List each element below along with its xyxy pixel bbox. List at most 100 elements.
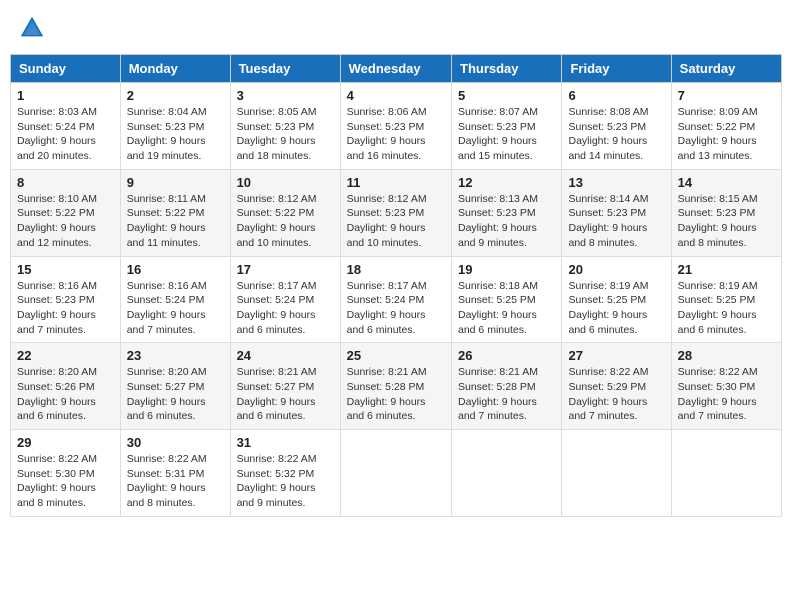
calendar-cell: [562, 430, 671, 517]
day-number: 29: [17, 435, 114, 450]
calendar-week-2: 8 Sunrise: 8:10 AMSunset: 5:22 PMDaylight…: [11, 169, 782, 256]
calendar-body: 1Sunrise: 8:03 AMSunset: 5:24 PMDaylight…: [11, 83, 782, 517]
day-number: 22: [17, 348, 114, 363]
day-detail: Sunrise: 8:13 AMSunset: 5:23 PMDaylight:…: [458, 192, 555, 251]
calendar-cell: 22 Sunrise: 8:20 AMSunset: 5:26 PMDayligh…: [11, 343, 121, 430]
calendar-cell: 20Sunrise: 8:19 AMSunset: 5:25 PMDayligh…: [562, 256, 671, 343]
calendar-cell: 30 Sunrise: 8:22 AMSunset: 5:31 PMDayligh…: [120, 430, 230, 517]
calendar-cell: 4Sunrise: 8:06 AMSunset: 5:23 PMDaylight…: [340, 83, 451, 170]
day-detail: Sunrise: 8:22 AMSunset: 5:29 PMDaylight:…: [568, 365, 664, 424]
calendar-cell: 1Sunrise: 8:03 AMSunset: 5:24 PMDaylight…: [11, 83, 121, 170]
day-number: 8: [17, 175, 114, 190]
weekday-sunday: Sunday: [11, 55, 121, 83]
calendar-cell: 18 Sunrise: 8:17 AMSunset: 5:24 PMDayligh…: [340, 256, 451, 343]
day-detail: Sunrise: 8:06 AMSunset: 5:23 PMDaylight:…: [347, 105, 445, 164]
day-number: 25: [347, 348, 445, 363]
day-detail: Sunrise: 8:21 AMSunset: 5:28 PMDaylight:…: [458, 365, 555, 424]
logo: [18, 14, 48, 42]
calendar-cell: 28Sunrise: 8:22 AMSunset: 5:30 PMDayligh…: [671, 343, 781, 430]
weekday-header-row: SundayMondayTuesdayWednesdayThursdayFrid…: [11, 55, 782, 83]
day-detail: Sunrise: 8:08 AMSunset: 5:23 PMDaylight:…: [568, 105, 664, 164]
calendar-cell: 3 Sunrise: 8:05 AMSunset: 5:23 PMDaylight…: [230, 83, 340, 170]
day-detail: Sunrise: 8:17 AMSunset: 5:24 PMDaylight:…: [237, 279, 334, 338]
weekday-monday: Monday: [120, 55, 230, 83]
calendar-cell: [671, 430, 781, 517]
day-detail: Sunrise: 8:20 AMSunset: 5:27 PMDaylight:…: [127, 365, 224, 424]
day-number: 27: [568, 348, 664, 363]
logo-icon: [18, 14, 46, 42]
calendar-cell: 19 Sunrise: 8:18 AMSunset: 5:25 PMDayligh…: [452, 256, 562, 343]
weekday-friday: Friday: [562, 55, 671, 83]
weekday-saturday: Saturday: [671, 55, 781, 83]
calendar-week-5: 29 Sunrise: 8:22 AMSunset: 5:30 PMDayligh…: [11, 430, 782, 517]
calendar-cell: [452, 430, 562, 517]
day-number: 15: [17, 262, 114, 277]
day-number: 12: [458, 175, 555, 190]
day-detail: Sunrise: 8:16 AMSunset: 5:23 PMDaylight:…: [17, 279, 114, 338]
day-detail: Sunrise: 8:07 AMSunset: 5:23 PMDaylight:…: [458, 105, 555, 164]
day-detail: Sunrise: 8:11 AMSunset: 5:22 PMDaylight:…: [127, 192, 224, 251]
day-number: 21: [678, 262, 775, 277]
day-number: 26: [458, 348, 555, 363]
day-detail: Sunrise: 8:17 AMSunset: 5:24 PMDaylight:…: [347, 279, 445, 338]
page-header: [10, 10, 782, 46]
day-detail: Sunrise: 8:22 AMSunset: 5:30 PMDaylight:…: [678, 365, 775, 424]
day-detail: Sunrise: 8:05 AMSunset: 5:23 PMDaylight:…: [237, 105, 334, 164]
day-detail: Sunrise: 8:04 AMSunset: 5:23 PMDaylight:…: [127, 105, 224, 164]
calendar-cell: 21 Sunrise: 8:19 AMSunset: 5:25 PMDayligh…: [671, 256, 781, 343]
day-number: 20: [568, 262, 664, 277]
weekday-wednesday: Wednesday: [340, 55, 451, 83]
day-detail: Sunrise: 8:22 AMSunset: 5:31 PMDaylight:…: [127, 452, 224, 511]
calendar-table: SundayMondayTuesdayWednesdayThursdayFrid…: [10, 54, 782, 517]
day-number: 11: [347, 175, 445, 190]
day-detail: Sunrise: 8:20 AMSunset: 5:26 PMDaylight:…: [17, 365, 114, 424]
day-detail: Sunrise: 8:21 AMSunset: 5:28 PMDaylight:…: [347, 365, 445, 424]
calendar-cell: 9Sunrise: 8:11 AMSunset: 5:22 PMDaylight…: [120, 169, 230, 256]
day-detail: Sunrise: 8:18 AMSunset: 5:25 PMDaylight:…: [458, 279, 555, 338]
calendar-cell: 16Sunrise: 8:16 AMSunset: 5:24 PMDayligh…: [120, 256, 230, 343]
day-detail: Sunrise: 8:14 AMSunset: 5:23 PMDaylight:…: [568, 192, 664, 251]
day-number: 18: [347, 262, 445, 277]
calendar-cell: 14 Sunrise: 8:15 AMSunset: 5:23 PMDayligh…: [671, 169, 781, 256]
day-number: 19: [458, 262, 555, 277]
day-detail: Sunrise: 8:15 AMSunset: 5:23 PMDaylight:…: [678, 192, 775, 251]
calendar-cell: 17 Sunrise: 8:17 AMSunset: 5:24 PMDayligh…: [230, 256, 340, 343]
calendar-week-4: 22 Sunrise: 8:20 AMSunset: 5:26 PMDayligh…: [11, 343, 782, 430]
calendar-cell: 25 Sunrise: 8:21 AMSunset: 5:28 PMDayligh…: [340, 343, 451, 430]
day-number: 10: [237, 175, 334, 190]
day-detail: Sunrise: 8:19 AMSunset: 5:25 PMDaylight:…: [678, 279, 775, 338]
calendar-week-1: 1Sunrise: 8:03 AMSunset: 5:24 PMDaylight…: [11, 83, 782, 170]
weekday-thursday: Thursday: [452, 55, 562, 83]
weekday-tuesday: Tuesday: [230, 55, 340, 83]
day-detail: Sunrise: 8:12 AMSunset: 5:22 PMDaylight:…: [237, 192, 334, 251]
calendar-cell: 27 Sunrise: 8:22 AMSunset: 5:29 PMDayligh…: [562, 343, 671, 430]
calendar-cell: 10 Sunrise: 8:12 AMSunset: 5:22 PMDayligh…: [230, 169, 340, 256]
day-detail: Sunrise: 8:22 AMSunset: 5:32 PMDaylight:…: [237, 452, 334, 511]
day-number: 14: [678, 175, 775, 190]
calendar-cell: 5 Sunrise: 8:07 AMSunset: 5:23 PMDaylight…: [452, 83, 562, 170]
calendar-cell: 29 Sunrise: 8:22 AMSunset: 5:30 PMDayligh…: [11, 430, 121, 517]
calendar-cell: 2Sunrise: 8:04 AMSunset: 5:23 PMDaylight…: [120, 83, 230, 170]
calendar-cell: 31 Sunrise: 8:22 AMSunset: 5:32 PMDayligh…: [230, 430, 340, 517]
day-detail: Sunrise: 8:03 AMSunset: 5:24 PMDaylight:…: [17, 105, 114, 164]
calendar-cell: 23 Sunrise: 8:20 AMSunset: 5:27 PMDayligh…: [120, 343, 230, 430]
day-detail: Sunrise: 8:10 AMSunset: 5:22 PMDaylight:…: [17, 192, 114, 251]
day-number: 17: [237, 262, 334, 277]
day-detail: Sunrise: 8:09 AMSunset: 5:22 PMDaylight:…: [678, 105, 775, 164]
day-number: 23: [127, 348, 224, 363]
day-number: 7: [678, 88, 775, 103]
day-number: 6: [568, 88, 664, 103]
day-number: 5: [458, 88, 555, 103]
day-number: 31: [237, 435, 334, 450]
calendar-cell: 15 Sunrise: 8:16 AMSunset: 5:23 PMDayligh…: [11, 256, 121, 343]
day-detail: Sunrise: 8:22 AMSunset: 5:30 PMDaylight:…: [17, 452, 114, 511]
day-number: 13: [568, 175, 664, 190]
day-number: 3: [237, 88, 334, 103]
calendar-cell: [340, 430, 451, 517]
day-detail: Sunrise: 8:12 AMSunset: 5:23 PMDaylight:…: [347, 192, 445, 251]
day-number: 16: [127, 262, 224, 277]
calendar-week-3: 15 Sunrise: 8:16 AMSunset: 5:23 PMDayligh…: [11, 256, 782, 343]
day-number: 24: [237, 348, 334, 363]
day-number: 30: [127, 435, 224, 450]
calendar-cell: 8 Sunrise: 8:10 AMSunset: 5:22 PMDaylight…: [11, 169, 121, 256]
